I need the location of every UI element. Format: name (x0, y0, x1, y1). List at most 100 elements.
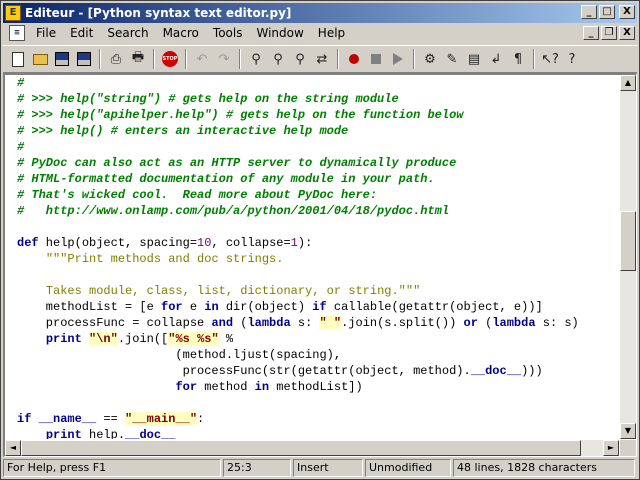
window-list-icon[interactable]: ▤ (463, 48, 485, 70)
code-line[interactable]: # HTML-formatted documentation of any mo… (17, 171, 621, 187)
print-icon[interactable]: 🖶 (127, 48, 149, 70)
context-help-icon[interactable]: ↖? (539, 48, 561, 70)
menu-window[interactable]: Window (249, 24, 310, 42)
doc-minimize-button[interactable]: _ (583, 26, 599, 40)
code-token: for (161, 300, 183, 314)
scroll-right-button[interactable]: ► (603, 440, 619, 456)
code-token: help(object, spacing= (38, 236, 198, 250)
new-file-icon[interactable] (7, 48, 29, 70)
menu-file[interactable]: File (29, 24, 63, 42)
status-help-text: For Help, press F1 (3, 459, 221, 477)
code-line[interactable] (17, 219, 621, 235)
code-line[interactable]: if __name__ == "__main__": (17, 411, 621, 427)
scroll-down-button[interactable]: ▼ (620, 423, 636, 439)
code-line[interactable]: (method.ljust(spacing), (17, 347, 621, 363)
code-token: e (182, 300, 205, 314)
code-token: or (463, 316, 478, 330)
code-line[interactable]: # >>> help("apihelper.help") # gets help… (17, 107, 621, 123)
vertical-scrollbar[interactable]: ▲ ▼ (620, 75, 636, 439)
title-bar[interactable]: E Editeur - [Python syntax text editor.p… (3, 3, 637, 23)
code-token: methodList]) (269, 380, 363, 394)
editor-window: E Editeur - [Python syntax text editor.p… (0, 0, 640, 480)
word-wrap-icon[interactable]: ↲ (485, 48, 507, 70)
status-insert-mode: Insert (293, 459, 363, 477)
scroll-up-button[interactable]: ▲ (620, 75, 636, 91)
code-line[interactable]: Takes module, class, list, dictionary, o… (17, 283, 621, 299)
code-token: ))) (521, 364, 543, 378)
menu-macro[interactable]: Macro (156, 24, 206, 42)
play-macro-icon[interactable] (387, 48, 409, 70)
scroll-left-button[interactable]: ◄ (5, 440, 21, 456)
document-menu-icon[interactable]: ≡ (9, 25, 25, 41)
minimize-button[interactable]: _ (581, 5, 597, 19)
code-line[interactable] (17, 395, 621, 411)
doc-restore-button[interactable]: ❐ (601, 26, 617, 40)
code-token: ( (233, 316, 248, 330)
code-token: print (45, 332, 82, 346)
find-icon[interactable]: ⚲ (245, 48, 267, 70)
close-button[interactable]: X (619, 5, 635, 19)
code-text[interactable]: # # >>> help("string") # gets help on the… (17, 75, 621, 439)
code-line[interactable]: # (17, 75, 621, 91)
code-line[interactable]: # >>> help("string") # gets help on the … (17, 91, 621, 107)
code-token: == (96, 412, 126, 426)
status-modified: Unmodified (365, 459, 451, 477)
code-token: " " (319, 316, 342, 330)
doc-close-button[interactable]: X (619, 26, 635, 40)
save-all-icon[interactable] (51, 48, 73, 70)
code-line[interactable]: # (17, 139, 621, 155)
menu-edit[interactable]: Edit (63, 24, 100, 42)
record-macro-icon[interactable] (343, 48, 365, 70)
code-token: # PyDoc can also act as an HTTP server t… (17, 156, 457, 170)
code-token: Takes module, class, list, dictionary, o… (45, 284, 421, 298)
show-whitespace-icon[interactable]: ¶ (507, 48, 529, 70)
code-line[interactable]: processFunc = collapse and (lambda s: " … (17, 315, 621, 331)
code-line[interactable]: # >>> help() # enters an interactive hel… (17, 123, 621, 139)
code-line[interactable]: processFunc(str(getattr(object, method).… (17, 363, 621, 379)
code-token: processFunc = collapse (17, 316, 212, 330)
menu-help[interactable]: Help (311, 24, 352, 42)
code-line[interactable]: # That's wicked cool. Read more about Py… (17, 187, 621, 203)
maximize-button[interactable]: □ (599, 5, 615, 19)
syntax-icon[interactable]: ✎ (441, 48, 463, 70)
menu-search[interactable]: Search (100, 24, 155, 42)
open-folder-icon[interactable] (29, 48, 51, 70)
find-prev-icon[interactable]: ⚲ (289, 48, 311, 70)
code-token: lambda (247, 316, 291, 330)
code-line[interactable]: # PyDoc can also act as an HTTP server t… (17, 155, 621, 171)
toolbar: ⎙ 🖶 STOP ↶ ↷ ⚲ ⚲ ⚲ ⇄ ⚙ ✎ ▤ ↲ ¶ ↖? ? (3, 45, 637, 73)
help-icon[interactable]: ? (561, 48, 583, 70)
document-controls: _ ❐ X (583, 26, 635, 40)
code-line[interactable]: print help.__doc__ (17, 427, 621, 439)
stop-icon[interactable]: STOP (159, 48, 181, 70)
code-line[interactable]: # http://www.onlamp.com/pub/a/python/200… (17, 203, 621, 219)
find-next-icon[interactable]: ⚲ (267, 48, 289, 70)
options-icon[interactable]: ⚙ (419, 48, 441, 70)
vertical-scroll-thumb[interactable] (620, 211, 636, 271)
save-icon[interactable] (73, 48, 95, 70)
code-editor[interactable]: # # >>> help("string") # gets help on the… (3, 73, 637, 457)
toolbar-separator (337, 49, 339, 69)
code-line[interactable]: for method in methodList]) (17, 379, 621, 395)
horizontal-scrollbar[interactable]: ◄ ► (5, 440, 619, 456)
code-line[interactable]: methodList = [e for e in dir(object) if … (17, 299, 621, 315)
horizontal-scroll-thumb[interactable] (21, 440, 581, 456)
code-line[interactable] (17, 267, 621, 283)
stop-macro-icon[interactable] (365, 48, 387, 70)
code-line[interactable]: """Print methods and doc strings. (17, 251, 621, 267)
replace-icon[interactable]: ⇄ (311, 48, 333, 70)
print-preview-icon[interactable]: ⎙ (105, 48, 127, 70)
code-token: dir(object) (218, 300, 313, 314)
undo-icon[interactable]: ↶ (191, 48, 213, 70)
menu-tools[interactable]: Tools (206, 24, 250, 42)
menu-bar: ≡ File Edit Search Macro Tools Window He… (3, 23, 637, 43)
redo-icon[interactable]: ↷ (213, 48, 235, 70)
code-token: # >>> help() # enters an interactive hel… (17, 124, 349, 138)
app-icon[interactable]: E (5, 5, 21, 21)
code-line[interactable]: def help(object, spacing=10, collapse=1)… (17, 235, 621, 251)
code-line[interactable]: print "\n".join(["%s %s" % (17, 331, 621, 347)
toolbar-separator (413, 49, 415, 69)
